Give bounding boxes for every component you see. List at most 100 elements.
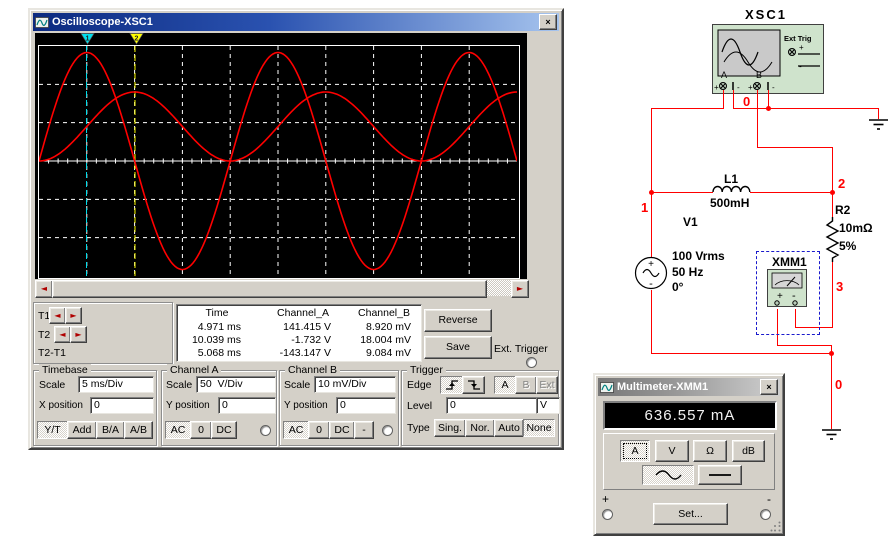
wire <box>733 108 879 109</box>
t2-b: 18.004 mV <box>360 334 411 346</box>
ground-symbol[interactable] <box>868 119 889 132</box>
channel-b-scale-field[interactable]: 10 mV/Div <box>314 376 396 393</box>
wire <box>757 147 833 148</box>
t2-right-button[interactable]: ► <box>70 326 87 343</box>
trigger-type-nor-button[interactable]: Nor. <box>465 419 495 437</box>
channel-a-ypos-field[interactable]: 0 <box>218 397 276 414</box>
volt-mode-button[interactable]: V <box>655 440 689 462</box>
dc-signal-button[interactable] <box>698 465 742 485</box>
trigger-level-field[interactable]: 0 <box>446 397 538 414</box>
desktop: Oscilloscope-XSC1 × 12 ◄ ► T1 ◄ ► T2 ◄ ►… <box>0 0 895 553</box>
db-mode-button[interactable]: dB <box>732 440 765 462</box>
oscilloscope-window: Oscilloscope-XSC1 × 12 ◄ ► T1 ◄ ► T2 ◄ ►… <box>28 8 564 450</box>
resize-grip[interactable] <box>770 521 782 533</box>
channel-a-terminal-label: A <box>721 70 727 80</box>
trigger-source-a-button[interactable]: A <box>494 376 516 394</box>
scope-scrollbar[interactable]: ◄ ► <box>35 280 529 298</box>
cursor-T1[interactable]: 1 <box>80 33 95 45</box>
reverse-button[interactable]: Reverse <box>424 309 492 332</box>
timebase-xpos-field[interactable]: 0 <box>90 397 154 414</box>
node-label-2: 2 <box>838 176 846 191</box>
trigger-type-none-button[interactable]: None <box>523 419 555 437</box>
t1-right-button[interactable]: ► <box>65 307 82 324</box>
rising-edge-icon <box>445 380 458 390</box>
channel-b-ac-button[interactable]: AC <box>283 421 309 439</box>
scrollbar-right-icon[interactable]: ► <box>511 280 529 298</box>
wire <box>832 147 833 193</box>
ohm-mode-button[interactable]: Ω <box>693 440 727 462</box>
oscilloscope-instrument-icon[interactable]: Ext Trig + - A B + - + - <box>712 24 824 94</box>
timebase-ab-button[interactable]: A/B <box>124 421 153 439</box>
close-icon[interactable]: × <box>760 379 778 395</box>
timebase-scale-field[interactable]: 5 ms/Div <box>78 376 154 393</box>
trigger-type-label: Type <box>407 422 430 434</box>
ampere-mode-button[interactable]: A <box>620 440 650 462</box>
channel-a-ac-button[interactable]: AC <box>165 421 191 439</box>
channel-b-zero-button[interactable]: 0 <box>308 421 330 439</box>
dt-time: 5.068 ms <box>197 347 241 359</box>
xmm-minus: - <box>792 290 796 302</box>
t1-b: 8.920 mV <box>366 321 411 333</box>
scrollbar-thumb[interactable] <box>52 280 487 298</box>
trigger-type-auto-button[interactable]: Auto <box>494 419 524 437</box>
wire <box>750 192 833 193</box>
t2-time: 10.039 ms <box>191 334 241 346</box>
trigger-level-unit[interactable]: V <box>536 397 560 414</box>
trigger-falling-edge-button[interactable] <box>462 376 485 394</box>
channel-b-minus-button[interactable]: - <box>354 421 374 439</box>
set-button[interactable]: Set... <box>653 503 728 525</box>
t2-left-button[interactable]: ◄ <box>54 326 71 343</box>
save-button[interactable]: Save <box>424 336 492 359</box>
ground-symbol[interactable] <box>821 429 842 442</box>
multimeter-display: 636.557 mA <box>603 401 777 430</box>
ext-trigger-radio[interactable] <box>526 357 537 368</box>
ac-signal-button[interactable] <box>642 465 694 485</box>
t1-left-button[interactable]: ◄ <box>49 307 66 324</box>
channel-b-ypos-field[interactable]: 0 <box>336 397 396 414</box>
trigger-source-ext-button[interactable]: Ext <box>536 376 558 394</box>
timebase-xpos-label: X position <box>39 400 83 411</box>
channel-a-dc-button[interactable]: DC <box>211 421 237 439</box>
ext-trigger-label: Ext. Trigger <box>494 343 548 355</box>
t2-label: T2 <box>38 329 51 341</box>
timebase-add-button[interactable]: Add <box>67 421 97 439</box>
scrollbar-left-icon[interactable]: ◄ <box>35 280 53 298</box>
multimeter-window: Multimeter-XMM1 × 636.557 mA A V Ω dB + … <box>593 373 785 536</box>
channel-b-radio[interactable] <box>382 425 393 436</box>
r2-label: R2 <box>835 203 851 217</box>
channel-b-ypos-label: Y position <box>284 400 328 411</box>
dt-a: -143.147 V <box>279 347 331 359</box>
positive-terminal[interactable] <box>602 509 613 520</box>
wire <box>651 108 652 193</box>
channel-a-zero-button[interactable]: 0 <box>190 421 212 439</box>
trigger-rising-edge-button[interactable] <box>440 376 463 394</box>
multimeter-instrument-icon[interactable]: + - <box>767 269 807 307</box>
source-plus: + <box>648 259 654 270</box>
trigger-source-b-button[interactable]: B <box>515 376 537 394</box>
multimeter-mode-group: A V Ω dB <box>603 433 775 490</box>
xmm1-label: XMM1 <box>772 255 807 269</box>
col-channel-b: Channel_B <box>358 307 410 319</box>
channel-b-scale-label: Scale <box>284 379 311 391</box>
oscilloscope-titlebar[interactable]: Oscilloscope-XSC1 × <box>33 13 559 31</box>
channel-a-group: Channel A Scale 50 V/Div Y position 0 AC… <box>161 364 277 446</box>
a-minus: - <box>737 83 740 92</box>
channel-a-scale-field[interactable]: 50 V/Div <box>196 376 276 393</box>
resistor-symbol[interactable] <box>825 217 840 262</box>
multimeter-titlebar[interactable]: Multimeter-XMM1 × <box>598 378 780 396</box>
v1-voltage: 100 Vrms <box>672 249 725 263</box>
timebase-ba-button[interactable]: B/A <box>96 421 125 439</box>
cursor-T2[interactable]: 2 <box>128 33 144 45</box>
wire <box>832 192 833 219</box>
trigger-caption: Trigger <box>407 364 446 376</box>
wire <box>651 192 652 257</box>
ac-source-symbol[interactable]: + - <box>634 256 668 290</box>
a-plus: + <box>714 83 719 92</box>
trigger-type-sing-button[interactable]: Sing. <box>434 419 466 437</box>
wire <box>723 90 724 108</box>
channel-b-dc-button[interactable]: DC <box>329 421 355 439</box>
timebase-yt-button[interactable]: Y/T <box>37 421 68 439</box>
negative-terminal[interactable] <box>760 509 771 520</box>
close-icon[interactable]: × <box>539 14 557 30</box>
channel-a-radio[interactable] <box>260 425 271 436</box>
